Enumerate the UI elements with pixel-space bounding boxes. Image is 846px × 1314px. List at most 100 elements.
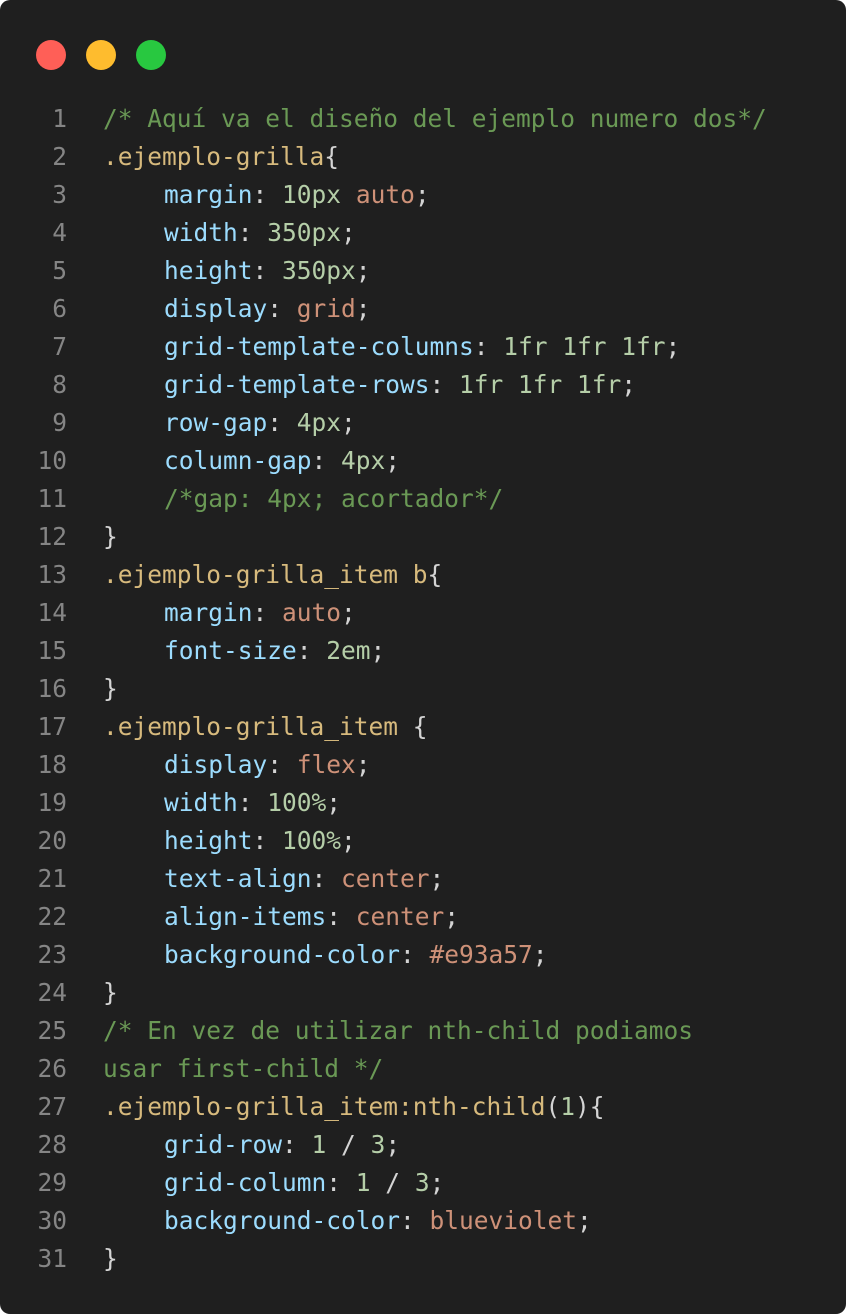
line-number: 20	[37, 826, 67, 855]
line-text: usar first-child */	[103, 1050, 383, 1088]
token-punc: }	[103, 1244, 118, 1273]
line-text: }	[103, 974, 118, 1012]
code-line: 8 grid-template-rows: 1fr 1fr 1fr;	[0, 366, 846, 404]
line-number: 11	[37, 484, 67, 513]
line-number: 22	[37, 902, 67, 931]
token-prop: background-color	[164, 940, 401, 969]
token-prop: margin	[164, 180, 253, 209]
line-number: 10	[37, 446, 67, 475]
code-line: 1 /* Aquí va el diseño del ejemplo numero…	[0, 100, 846, 138]
code-line: 31}	[0, 1240, 846, 1278]
token-punc: :	[473, 332, 504, 361]
token-punc: ;	[429, 864, 445, 893]
token-punc: ;	[341, 218, 356, 247]
token-punc: {	[324, 142, 340, 171]
line-text: /* Aquí va el diseño del ejemplo numero …	[103, 100, 767, 138]
code-line: 28 grid-row: 1 / 3;	[0, 1126, 846, 1164]
token-punc: :	[400, 1206, 430, 1235]
line-number: 12	[37, 522, 67, 551]
code-line: 6 display: grid;	[0, 290, 846, 328]
code-line: 4 width: 350px;	[0, 214, 846, 252]
token-prop: background-color	[164, 1206, 401, 1235]
line-number: 1	[52, 104, 67, 133]
token-prop: display	[164, 294, 268, 323]
token-comment: /*gap: 4px; acortador*/	[164, 484, 504, 513]
line-text: grid-template-columns: 1fr 1fr 1fr;	[103, 328, 680, 366]
token-num: 350px	[267, 218, 342, 247]
token-punc: ;	[429, 1168, 445, 1197]
line-text: /* En vez de utilizar nth-child podiamos	[103, 1012, 693, 1050]
token-punc: ;	[385, 446, 401, 475]
line-number: 14	[37, 598, 67, 627]
line-number: 15	[37, 636, 67, 665]
token-punc: :	[282, 1130, 312, 1159]
line-text: background-color: #e93a57;	[103, 936, 548, 974]
token-num: 350px	[282, 256, 356, 285]
token-punc: :	[237, 788, 268, 817]
code-line: 19 width: 100%;	[0, 784, 846, 822]
code-line: 3 margin: 10px auto;	[0, 176, 846, 214]
line-text: margin: 10px auto;	[103, 176, 430, 214]
token-prop: margin	[164, 598, 253, 627]
token-punc: :	[400, 940, 430, 969]
code-line: 27 .ejemplo-grilla_item:nth-child(1){	[0, 1088, 846, 1126]
code-line: 26 usar first-child */	[0, 1050, 846, 1088]
line-number: 9	[52, 408, 67, 437]
line-number: 16	[37, 674, 67, 703]
token-punc: ;	[444, 902, 460, 931]
token-punc: ;	[326, 788, 342, 817]
token-num: 10px	[282, 180, 342, 209]
token-prop: row-gap	[164, 408, 268, 437]
code-line: 17 .ejemplo-grilla_item {	[0, 708, 846, 746]
token-punc: ;	[341, 408, 356, 437]
token-punc: ;	[355, 750, 371, 779]
token-kw: center	[341, 864, 430, 893]
token-kw: grid	[296, 294, 356, 323]
token-punc: :	[311, 864, 342, 893]
code-line: 21 text-align: center;	[0, 860, 846, 898]
token-punc: :	[267, 408, 297, 437]
token-punc: ;	[341, 826, 356, 855]
line-number: 28	[37, 1130, 67, 1159]
token-selector: .ejemplo-grilla_item:nth-child	[103, 1092, 546, 1121]
line-text: margin: auto;	[103, 594, 356, 632]
token-num: 1fr 1fr 1fr	[503, 332, 666, 361]
code-line: 5 height: 350px;	[0, 252, 846, 290]
line-text: grid-template-rows: 1fr 1fr 1fr;	[103, 366, 636, 404]
line-text: .ejemplo-grilla_item {	[103, 708, 428, 746]
token-punc: ;	[370, 636, 386, 665]
line-number: 18	[37, 750, 67, 779]
token-punc: ;	[577, 1206, 592, 1235]
token-comment: usar first-child */	[103, 1054, 384, 1083]
line-text: font-size: 2em;	[103, 632, 385, 670]
token-punc: ;	[414, 180, 430, 209]
line-text: row-gap: 4px;	[103, 404, 356, 442]
line-text: grid-row: 1 / 3;	[103, 1126, 400, 1164]
token-num: 100%	[282, 826, 342, 855]
line-number: 19	[37, 788, 67, 817]
line-text: width: 100%;	[103, 784, 341, 822]
token-prop: column-gap	[164, 446, 312, 475]
line-text: background-color: blueviolet;	[103, 1202, 592, 1240]
token-selector: .ejemplo-grilla_item	[103, 712, 399, 741]
token-punc: ;	[355, 294, 371, 323]
token-punc: :	[296, 636, 327, 665]
close-button[interactable]	[36, 40, 66, 70]
line-number: 13	[37, 560, 67, 589]
token-punc: ;	[355, 256, 371, 285]
line-number: 8	[52, 370, 67, 399]
token-punc: /	[326, 1130, 371, 1159]
token-punc: :	[429, 370, 460, 399]
token-num: 100%	[267, 788, 327, 817]
maximize-button[interactable]	[136, 40, 166, 70]
token-num: 1fr 1fr 1fr	[459, 370, 622, 399]
token-punc: ;	[341, 598, 356, 627]
minimize-button[interactable]	[86, 40, 116, 70]
line-text: column-gap: 4px;	[103, 442, 400, 480]
token-prop: grid-template-columns	[164, 332, 474, 361]
line-number: 3	[52, 180, 67, 209]
token-punc: ){	[575, 1092, 605, 1121]
token-punc: {	[427, 560, 443, 589]
token-prop: height	[164, 256, 253, 285]
line-number: 26	[37, 1054, 67, 1083]
